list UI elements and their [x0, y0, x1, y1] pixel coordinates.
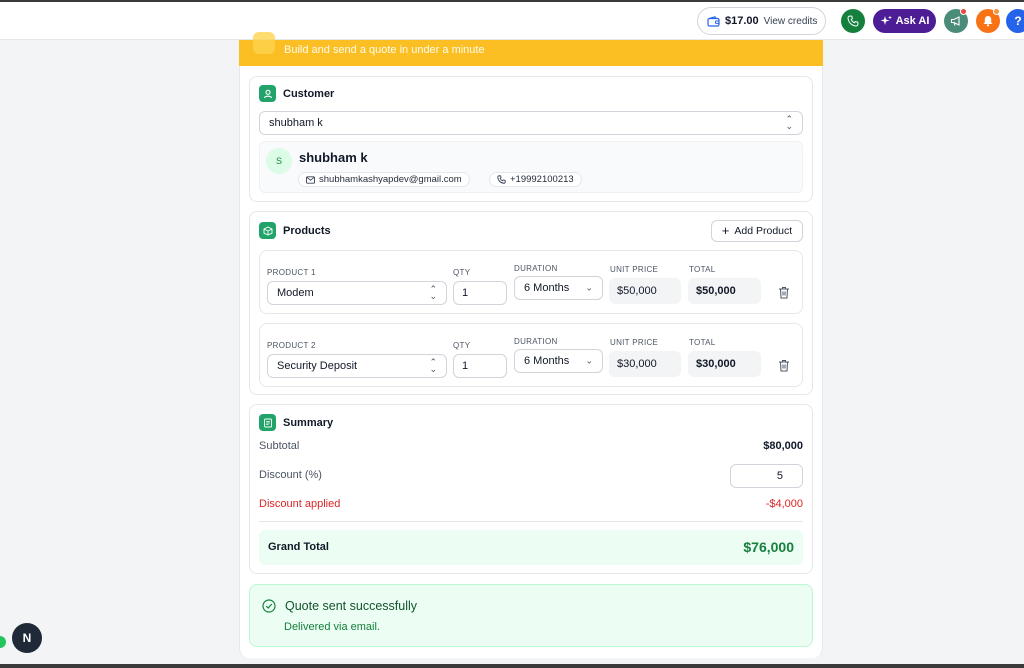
product-2-select[interactable]: Security Deposit ⌃ ⌄	[267, 354, 447, 378]
customer-phone-pill: +19992100213	[489, 172, 582, 187]
check-circle-icon	[262, 599, 276, 613]
receipt-icon	[259, 414, 276, 431]
summary-section-title: Summary	[259, 414, 333, 431]
quote-sent-alert: Quote sent successfully Delivered via em…	[249, 584, 813, 647]
window-bottom-border	[0, 664, 1024, 668]
chevron-down-icon: ⌄	[585, 282, 593, 293]
phone-call-button[interactable]	[841, 9, 865, 33]
trash-icon[interactable]	[778, 359, 790, 372]
product-2-duration: 6 Months	[524, 355, 570, 367]
phone-icon	[847, 15, 859, 27]
avatar: S	[266, 148, 292, 174]
product-2-label: PRODUCT 2	[267, 341, 316, 350]
product-1-duration: 6 Months	[524, 282, 570, 294]
trash-icon[interactable]	[778, 286, 790, 299]
nextjs-dev-badge[interactable]: N	[12, 623, 42, 653]
product-1-total: $50,000	[688, 278, 761, 304]
qty-label: QTY	[453, 341, 471, 350]
chevron-up-down-icon: ⌃ ⌄	[429, 357, 437, 374]
credits-button[interactable]: $17.00 View credits	[697, 7, 826, 35]
unit-price-label: UNIT PRICE	[610, 338, 659, 347]
ask-ai-button[interactable]: Ask AI	[873, 9, 936, 33]
customer-name: shubham k	[299, 150, 368, 165]
unit-price-label: UNIT PRICE	[610, 265, 659, 274]
product-1-duration-select[interactable]: 6 Months ⌄	[514, 276, 603, 300]
discount-applied-value: -$4,000	[765, 498, 803, 510]
total-label: TOTAL	[689, 338, 716, 347]
product-1-unit-price: $50,000	[609, 278, 681, 304]
status-indicator	[0, 636, 6, 648]
customer-email: shubhamkashyapdev@gmail.com	[319, 174, 462, 185]
discount-applied-label: Discount applied	[259, 498, 341, 510]
product-2-total: $30,000	[688, 351, 761, 377]
products-section-title: Products	[259, 222, 331, 239]
view-credits-label: View credits	[763, 15, 818, 27]
sparkle-icon	[880, 15, 892, 25]
subtotal-value: $80,000	[763, 440, 803, 452]
ask-ai-label: Ask AI	[895, 15, 930, 27]
mail-icon	[306, 175, 315, 184]
summary-divider	[259, 521, 803, 522]
qty-label: QTY	[453, 268, 471, 277]
notifications-unread-dot	[993, 8, 1000, 15]
discount-label: Discount (%)	[259, 469, 322, 481]
duration-label: DURATION	[514, 337, 558, 346]
phone-icon	[497, 175, 506, 184]
document-icon	[253, 32, 275, 54]
customer-title-text: Customer	[283, 87, 335, 100]
product-1-label: PRODUCT 1	[267, 268, 316, 277]
duration-label: DURATION	[514, 264, 558, 273]
chevron-up-down-icon: ⌃ ⌄	[785, 114, 793, 131]
product-2-duration-select[interactable]: 6 Months ⌄	[514, 349, 603, 373]
bell-icon	[983, 16, 993, 27]
total-label: TOTAL	[689, 265, 716, 274]
customer-section-title: Customer	[259, 85, 334, 102]
customer-select[interactable]: shubham k ⌃ ⌄	[259, 111, 803, 135]
help-button[interactable]: ?	[1006, 9, 1024, 33]
customer-email-pill: shubhamkashyapdev@gmail.com	[298, 172, 470, 187]
credits-amount: $17.00	[725, 15, 759, 27]
products-title-text: Products	[283, 224, 331, 237]
user-icon	[259, 85, 276, 102]
add-product-button[interactable]: + Add Product	[711, 220, 803, 242]
summary-title-text: Summary	[283, 416, 334, 429]
chevron-down-icon: ⌄	[585, 355, 593, 366]
grand-total-row: Grand Total $76,000	[259, 530, 803, 565]
product-2-name: Security Deposit	[277, 360, 358, 372]
top-bar: $17.00 View credits Ask AI ?	[0, 2, 1024, 40]
grand-total-label: Grand Total	[268, 541, 329, 553]
quote-banner: Build and send a quote in under a minute	[239, 32, 823, 66]
wallet-icon	[707, 15, 720, 27]
banner-subtitle: Build and send a quote in under a minute	[284, 44, 485, 56]
product-1-select[interactable]: Modem ⌃ ⌄	[267, 281, 447, 305]
product-1-qty-input[interactable]: 1	[453, 281, 507, 305]
product-1-name: Modem	[277, 287, 314, 299]
discount-input[interactable]: 5	[730, 464, 803, 488]
add-product-label: Add Product	[734, 225, 793, 237]
customer-select-value: shubham k	[269, 117, 323, 129]
box-icon	[259, 222, 276, 239]
alert-detail: Delivered via email.	[284, 621, 380, 633]
chevron-up-down-icon: ⌃ ⌄	[429, 284, 437, 301]
megaphone-icon	[950, 16, 960, 26]
help-icon: ?	[1014, 14, 1022, 28]
subtotal-label: Subtotal	[259, 440, 300, 452]
plus-icon: +	[721, 223, 730, 238]
grand-total-value: $76,000	[743, 539, 794, 555]
product-2-qty-input[interactable]: 1	[453, 354, 507, 378]
product-2-unit-price: $30,000	[609, 351, 681, 377]
alert-title: Quote sent successfully	[285, 599, 418, 613]
customer-phone: +19992100213	[510, 174, 574, 185]
announcements-unread-dot	[960, 8, 967, 15]
